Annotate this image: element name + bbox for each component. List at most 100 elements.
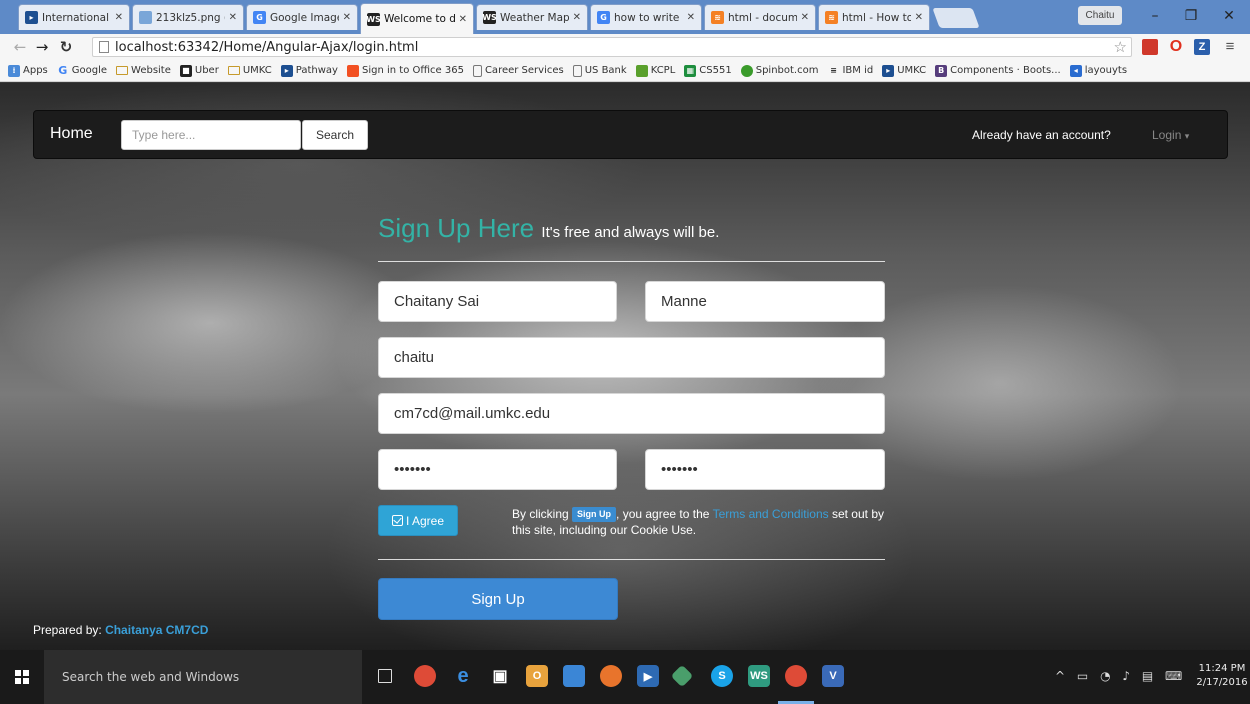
skype-icon[interactable]: S — [711, 665, 733, 687]
inline-signup-badge: Sign Up — [572, 507, 617, 522]
bookmark-item[interactable]: ▦ CS551 — [684, 64, 732, 77]
page-icon — [572, 64, 582, 77]
navbar-brand[interactable]: Home — [50, 125, 93, 143]
search-input[interactable] — [121, 120, 301, 150]
bookmark-item[interactable]: Sign in to Office 365 — [346, 64, 464, 77]
forward-icon[interactable]: → — [32, 36, 52, 58]
browser-tab[interactable]: 213klz5.png (16 ✕ — [132, 4, 244, 30]
wifi-icon[interactable]: ◔ — [1100, 669, 1114, 683]
minimize-icon[interactable]: – — [1140, 5, 1170, 27]
volume-icon[interactable]: ♪ — [1122, 669, 1134, 683]
browser-tab[interactable]: G how to write sty ✕ — [590, 4, 702, 30]
browser-tab[interactable]: ≋ html - How to c ✕ — [818, 4, 930, 30]
umkc-icon: ▸ — [25, 11, 38, 24]
umkc-icon: ▸ — [280, 64, 293, 77]
chrome-icon[interactable] — [414, 665, 436, 687]
terms-link[interactable]: Terms and Conditions — [713, 507, 829, 521]
close-icon[interactable]: ✕ — [801, 12, 809, 23]
confirm-password-field[interactable] — [645, 449, 885, 490]
back-icon[interactable]: ← — [10, 36, 30, 58]
browser-tab[interactable]: ▸ International Stu ✕ — [18, 4, 130, 30]
bookmark-item[interactable]: ■ Uber — [179, 64, 219, 77]
kcpl-icon — [635, 64, 648, 77]
login-dropdown[interactable]: Login ▾ — [1152, 128, 1189, 142]
webstorm-icon: WS — [366, 12, 381, 26]
browser-tab[interactable]: G Google Image R ✕ — [246, 4, 358, 30]
close-icon[interactable]: ✕ — [573, 12, 581, 23]
bookmark-item[interactable]: Career Services — [472, 64, 564, 77]
bookmark-item[interactable]: Website — [116, 65, 171, 76]
close-icon[interactable]: ✕ — [343, 12, 351, 23]
last-name-field[interactable] — [645, 281, 885, 322]
username-field[interactable] — [378, 337, 885, 378]
taskbar-search[interactable]: Search the web and Windows — [44, 650, 362, 704]
new-tab-button[interactable] — [932, 8, 980, 28]
close-icon[interactable]: ✕ — [229, 12, 237, 23]
system-clock[interactable]: 11:24 PM 2/17/2016 — [1196, 662, 1248, 690]
store-icon[interactable]: ▣ — [489, 665, 511, 687]
menu-icon[interactable]: ≡ — [1222, 39, 1238, 55]
system-tray[interactable]: ^ ▭ ◔ ♪ ▤ ⌨ — [1055, 669, 1186, 683]
reload-icon[interactable]: ↻ — [56, 36, 76, 58]
edge-icon[interactable]: e — [452, 665, 474, 687]
git-icon[interactable] — [670, 664, 694, 688]
first-name-field[interactable] — [378, 281, 617, 322]
google-icon: G — [253, 11, 266, 24]
bookmark-item[interactable]: UMKC — [227, 65, 272, 76]
folder-icon — [227, 66, 240, 75]
bookmark-item[interactable]: ◂ layouyts — [1069, 64, 1127, 77]
signup-heading: Sign Up Here — [378, 213, 535, 243]
profile-button[interactable]: Chaitu — [1078, 6, 1122, 25]
author-link[interactable]: Chaitanya CM7CD — [105, 623, 208, 637]
email-field[interactable] — [378, 393, 885, 434]
signup-button[interactable]: Sign Up — [378, 578, 618, 620]
opera-icon[interactable]: O — [1168, 39, 1184, 55]
keyboard-icon[interactable]: ⌨ — [1165, 669, 1186, 683]
google-icon: G — [597, 11, 610, 24]
page-viewport: Home Search Already have an account? Log… — [0, 83, 1250, 650]
browser-tab-active[interactable]: WS Welcome to dist ✕ — [360, 3, 474, 34]
account-prompt: Already have an account? — [972, 128, 1111, 142]
chevron-up-icon[interactable]: ^ — [1055, 669, 1069, 683]
bookmark-item[interactable]: KCPL — [635, 64, 675, 77]
zotero-icon[interactable]: Z — [1194, 39, 1210, 55]
signup-subheading: It's free and always will be. — [541, 224, 720, 241]
browser-tab[interactable]: WS Weather Map ✕ — [476, 4, 588, 30]
bookmark-item[interactable]: ⁞ Apps — [8, 64, 48, 77]
browser-tab[interactable]: ≋ html - documen ✕ — [704, 4, 816, 30]
media-player-icon[interactable]: ▶ — [637, 665, 659, 687]
chrome-icon[interactable] — [785, 665, 807, 687]
bookmark-item[interactable]: ≡ IBM id — [827, 65, 873, 77]
bookmark-item[interactable]: B Components · Boots... — [935, 64, 1061, 77]
close-window-icon[interactable]: ✕ — [1214, 5, 1244, 27]
office-icon — [346, 64, 359, 77]
bookmark-star-icon[interactable]: ☆ — [1114, 38, 1127, 56]
close-icon[interactable]: ✕ — [459, 14, 467, 25]
battery-icon[interactable]: ▭ — [1077, 669, 1092, 683]
extension-icon[interactable] — [1142, 39, 1158, 55]
visio-icon[interactable]: V — [822, 665, 844, 687]
maximize-icon[interactable]: ❐ — [1176, 5, 1206, 27]
bookmark-item[interactable]: Spinbot.com — [740, 64, 818, 77]
agree-button[interactable]: I Agree — [378, 505, 458, 536]
webstorm-icon[interactable]: WS — [748, 665, 770, 687]
folder-icon — [116, 66, 129, 75]
close-icon[interactable]: ✕ — [915, 12, 923, 23]
bookmark-item[interactable]: US Bank — [572, 64, 627, 77]
search-button[interactable]: Search — [302, 120, 368, 150]
task-view-icon[interactable] — [378, 669, 392, 683]
checkbox-icon — [391, 515, 403, 526]
firefox-icon[interactable] — [600, 665, 622, 687]
password-field[interactable] — [378, 449, 617, 490]
close-icon[interactable]: ✕ — [115, 12, 123, 23]
bookmark-item[interactable]: ▸ UMKC — [882, 64, 926, 77]
outlook-icon[interactable]: O — [526, 665, 548, 687]
notification-icon[interactable]: ▤ — [1142, 669, 1157, 683]
bookmark-item[interactable]: G Google — [57, 64, 107, 77]
close-icon[interactable]: ✕ — [687, 12, 695, 23]
file-explorer-icon[interactable] — [563, 665, 585, 687]
bookmark-item[interactable]: ▸ Pathway — [280, 64, 338, 77]
address-bar[interactable]: localhost:63342/Home/Angular-Ajax/login.… — [92, 37, 1132, 57]
start-button[interactable] — [0, 650, 44, 704]
bookmarks-bar: ⁞ Apps G Google Website ■ Uber UMKC ▸ Pathwa… — [0, 60, 1250, 82]
